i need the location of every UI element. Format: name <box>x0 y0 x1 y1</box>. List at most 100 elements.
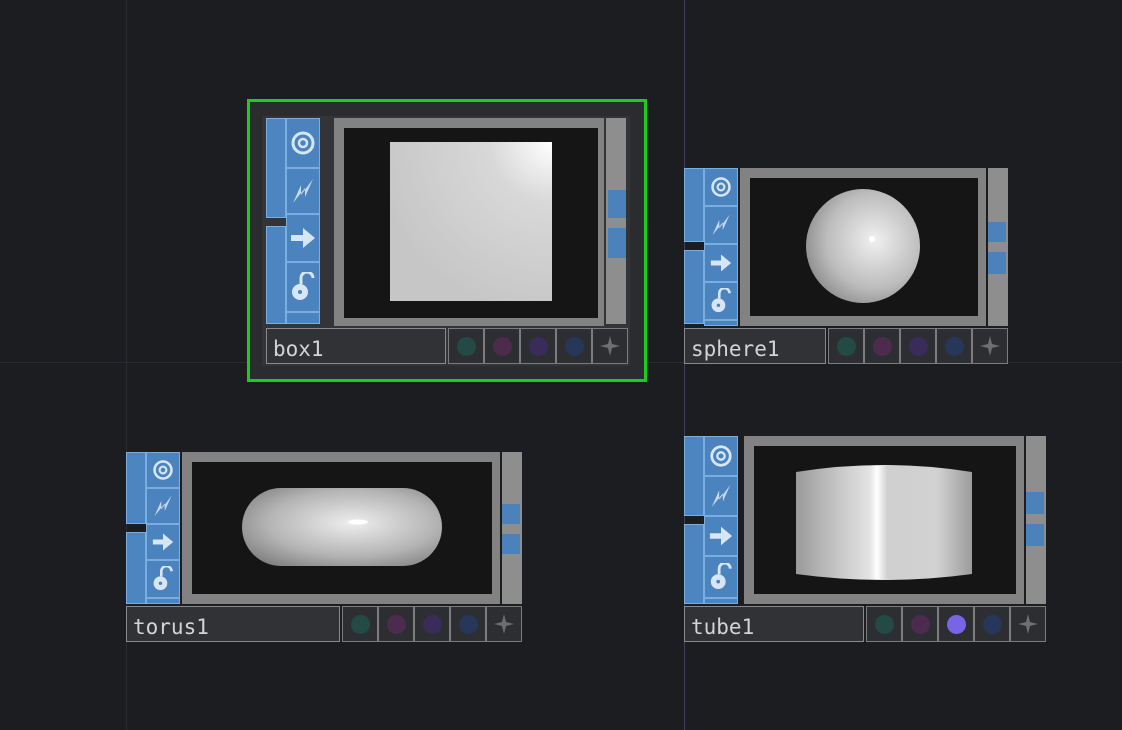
output-strip <box>1026 436 1046 604</box>
node-name-label[interactable]: sphere1 <box>684 328 826 364</box>
pin-icon[interactable] <box>592 328 628 364</box>
cooking-dot[interactable] <box>448 328 484 364</box>
lock-icon <box>711 288 731 313</box>
input-connector[interactable] <box>684 436 704 516</box>
node-sphere1[interactable]: sphere1 <box>684 168 1008 364</box>
arrow-icon <box>291 228 315 248</box>
node-preview <box>740 168 986 326</box>
node-flag-extra <box>146 598 180 604</box>
node-name-text: sphere1 <box>691 337 780 361</box>
sphere-preview-image <box>806 189 920 303</box>
output-connector[interactable] <box>988 252 1006 274</box>
node-flag-dots <box>828 328 1008 364</box>
node-flag-extra <box>704 598 738 604</box>
node-flag-display[interactable] <box>704 516 738 556</box>
node-preview <box>182 452 500 604</box>
template-dot[interactable] <box>974 606 1010 642</box>
lock-icon <box>710 563 732 590</box>
input-connector[interactable] <box>266 226 286 324</box>
output-strip <box>606 118 626 324</box>
node-preview <box>744 436 1024 604</box>
input-connector[interactable] <box>126 452 146 524</box>
node-name-label[interactable]: torus1 <box>126 606 340 642</box>
node-flag-dots <box>866 606 1046 642</box>
node-flag-lock[interactable] <box>146 560 180 598</box>
template-dot[interactable] <box>450 606 486 642</box>
node-box1[interactable]: box1 <box>247 99 647 382</box>
target-icon <box>153 460 173 480</box>
bypass-icon <box>712 214 730 236</box>
output-strip <box>502 452 522 604</box>
bypass-icon <box>711 484 731 508</box>
node-flag-lock[interactable] <box>704 282 738 320</box>
node-flag-lock[interactable] <box>286 262 320 312</box>
node-flag-display[interactable] <box>146 524 180 560</box>
output-connector[interactable] <box>1026 492 1044 514</box>
pin-icon[interactable] <box>1010 606 1046 642</box>
output-connector[interactable] <box>608 190 626 218</box>
cooking-dot[interactable] <box>342 606 378 642</box>
node-flag-display[interactable] <box>704 244 738 282</box>
cooking-dot[interactable] <box>866 606 902 642</box>
node-flag-bypass[interactable] <box>146 488 180 524</box>
output-strip <box>988 168 1008 326</box>
target-icon <box>710 445 732 467</box>
target-icon <box>711 177 731 197</box>
output-connector[interactable] <box>988 222 1006 242</box>
node-name-label[interactable]: tube1 <box>684 606 864 642</box>
input-connector[interactable] <box>684 168 704 242</box>
node-flag-target[interactable] <box>146 452 180 488</box>
node-name-text: box1 <box>273 337 324 361</box>
cooking-dot[interactable] <box>828 328 864 364</box>
node-flag-target[interactable] <box>704 436 738 476</box>
node-tube1[interactable]: tube1 <box>684 436 1046 642</box>
node-flag-bypass[interactable] <box>286 168 320 214</box>
node-flag-dots <box>448 328 628 364</box>
template-dot[interactable] <box>936 328 972 364</box>
node-name-text: tube1 <box>691 615 755 639</box>
node-flag-target[interactable] <box>704 168 738 206</box>
input-connector[interactable] <box>266 118 286 218</box>
lock-icon <box>292 272 315 300</box>
node-flag-target[interactable] <box>286 118 320 168</box>
node-flag-bypass[interactable] <box>704 206 738 244</box>
output-connector[interactable] <box>608 228 626 258</box>
template-dot[interactable] <box>556 328 592 364</box>
arrow-icon <box>152 533 174 551</box>
target-icon <box>291 131 315 155</box>
render-dot[interactable] <box>900 328 936 364</box>
output-connector[interactable] <box>502 504 520 524</box>
node-flag-dots <box>342 606 522 642</box>
node-torus1[interactable]: torus1 <box>126 452 522 642</box>
input-connector[interactable] <box>684 250 704 324</box>
pin-icon[interactable] <box>972 328 1008 364</box>
output-connector[interactable] <box>502 534 520 554</box>
torus-preview-image <box>242 488 442 566</box>
node-preview <box>334 118 604 326</box>
node-flag-extra <box>286 312 320 324</box>
node-flag-display[interactable] <box>286 214 320 262</box>
render-dot[interactable] <box>414 606 450 642</box>
output-connector[interactable] <box>1026 524 1044 546</box>
arrow-icon <box>709 526 733 546</box>
input-connector[interactable] <box>126 532 146 604</box>
box-preview-image <box>390 142 552 301</box>
display-dot[interactable] <box>378 606 414 642</box>
pin-icon[interactable] <box>486 606 522 642</box>
bypass-icon <box>154 495 172 517</box>
bypass-icon <box>293 179 313 203</box>
node-flag-extra <box>704 320 738 326</box>
display-dot[interactable] <box>902 606 938 642</box>
display-dot[interactable] <box>484 328 520 364</box>
lock-icon <box>153 566 173 591</box>
tube-preview-image <box>796 465 972 580</box>
node-name-label[interactable]: box1 <box>266 328 446 364</box>
input-connector[interactable] <box>684 524 704 604</box>
node-name-text: torus1 <box>133 615 209 639</box>
node-flag-bypass[interactable] <box>704 476 738 516</box>
render-dot[interactable] <box>520 328 556 364</box>
render-dot-active[interactable] <box>938 606 974 642</box>
display-dot[interactable] <box>864 328 900 364</box>
arrow-icon <box>710 254 732 272</box>
node-flag-lock[interactable] <box>704 556 738 598</box>
